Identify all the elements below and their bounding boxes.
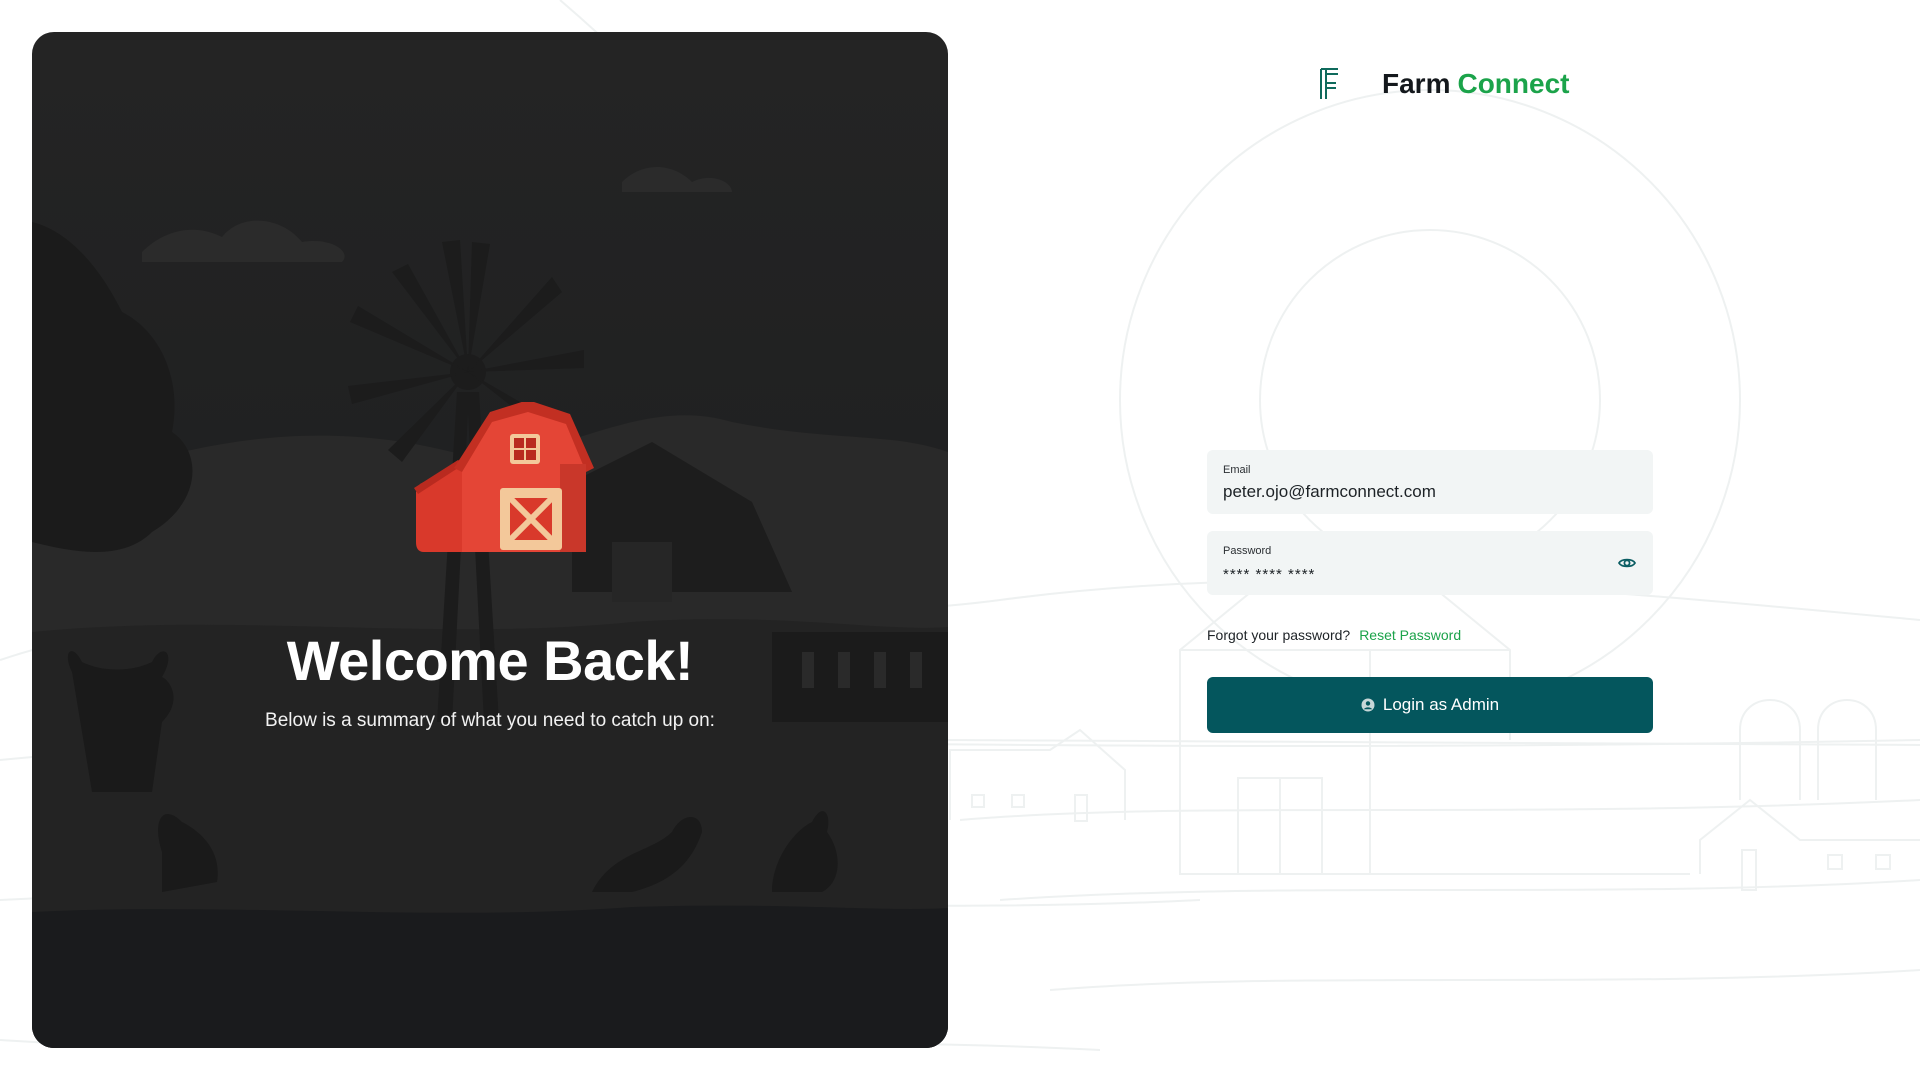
login-as-admin-button[interactable]: Login as Admin [1207,677,1653,733]
email-input[interactable]: peter.ojo@farmconnect.com [1223,482,1436,502]
password-input[interactable]: **** **** **** [1223,566,1315,583]
welcome-hero-panel: Welcome Back! Below is a summary of what… [32,32,948,1048]
eye-icon[interactable] [1617,553,1637,573]
brand-name-primary: Farm [1382,68,1451,99]
password-label: Password [1223,545,1272,557]
welcome-subtitle: Below is a summary of what you need to c… [265,710,715,731]
password-field[interactable]: Password **** **** **** [1207,531,1653,595]
forgot-password-row: Forgot your password? Reset Password [1207,627,1461,643]
forgot-password-text: Forgot your password? [1207,627,1351,643]
email-field[interactable]: Email peter.ojo@farmconnect.com [1207,450,1653,514]
brand-header: Farm Connect [1318,64,1569,104]
farm-connect-logo-icon [1320,68,1338,99]
welcome-title: Welcome Back! [286,629,694,692]
login-button-label: Login as Admin [1382,695,1500,714]
red-barn-icon [414,402,594,552]
user-icon [1361,698,1375,712]
email-label: Email [1223,464,1251,476]
reset-password-link[interactable]: Reset Password [1359,627,1461,643]
brand-name-accent: Connect [1457,68,1570,99]
